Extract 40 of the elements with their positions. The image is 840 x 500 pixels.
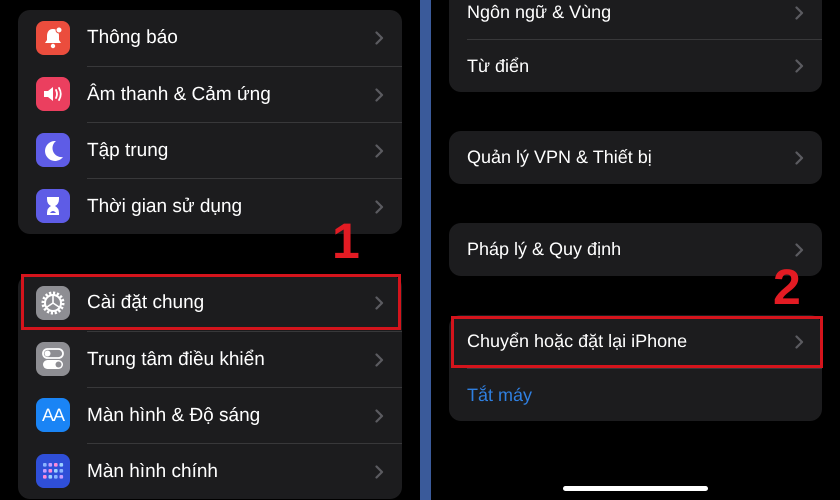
text-size-icon: AA [36, 398, 70, 432]
row-label: Màn hình & Độ sáng [87, 404, 260, 426]
chevron-icon [375, 296, 384, 310]
row-label: Màn hình chính [87, 460, 218, 482]
row-label: Cài đặt chung [87, 292, 204, 314]
row-label: Trung tâm điều khiển [87, 348, 265, 370]
row-label: Tập trung [87, 140, 168, 162]
settings-row[interactable]: Quản lý VPN & Thiết bị [449, 131, 822, 184]
chevron-icon [795, 242, 804, 256]
chevron-icon [795, 6, 804, 20]
shut-down-link[interactable]: Tắt máy [467, 384, 532, 406]
step-number: 1 [332, 216, 360, 266]
row-label: Pháp lý & Quy định [467, 239, 622, 260]
row-label: Quản lý VPN & Thiết bị [467, 147, 652, 168]
row-label: Chuyển hoặc đặt lại iPhone [467, 331, 688, 352]
chevron-icon [795, 334, 804, 348]
row-label: Âm thanh & Cảm ứng [87, 84, 271, 106]
row-label: Thời gian sử dụng [87, 196, 242, 218]
settings-row[interactable]: Cài đặt chung [18, 275, 402, 331]
chevron-icon [795, 150, 804, 164]
settings-row[interactable]: Chuyển hoặc đặt lại iPhone [449, 315, 822, 368]
chevron-icon [375, 31, 384, 45]
settings-row[interactable]: Từ điển [449, 39, 822, 92]
settings-row[interactable]: Âm thanh & Cảm ứng [18, 66, 402, 122]
row-label: Thông báo [87, 27, 178, 49]
chevron-icon [795, 59, 804, 73]
settings-row[interactable]: Ngôn ngữ & Vùng [449, 0, 822, 39]
chevron-icon [375, 88, 384, 102]
settings-row[interactable]: Trung tâm điều khiển [18, 331, 402, 387]
chevron-icon [375, 144, 384, 158]
chevron-icon [375, 200, 384, 214]
row-label: Từ điển [467, 56, 530, 76]
settings-row[interactable]: Thông báo [18, 10, 402, 66]
row-label: Ngôn ngữ & Vùng [467, 2, 612, 23]
chevron-icon [375, 464, 384, 478]
settings-row[interactable]: Tập trung [18, 122, 402, 178]
chevron-icon [375, 408, 384, 422]
settings-row[interactable]: AA Màn hình & Độ sáng [18, 387, 402, 443]
settings-row[interactable]: Màn hình chính [18, 443, 402, 499]
chevron-icon [375, 352, 384, 366]
